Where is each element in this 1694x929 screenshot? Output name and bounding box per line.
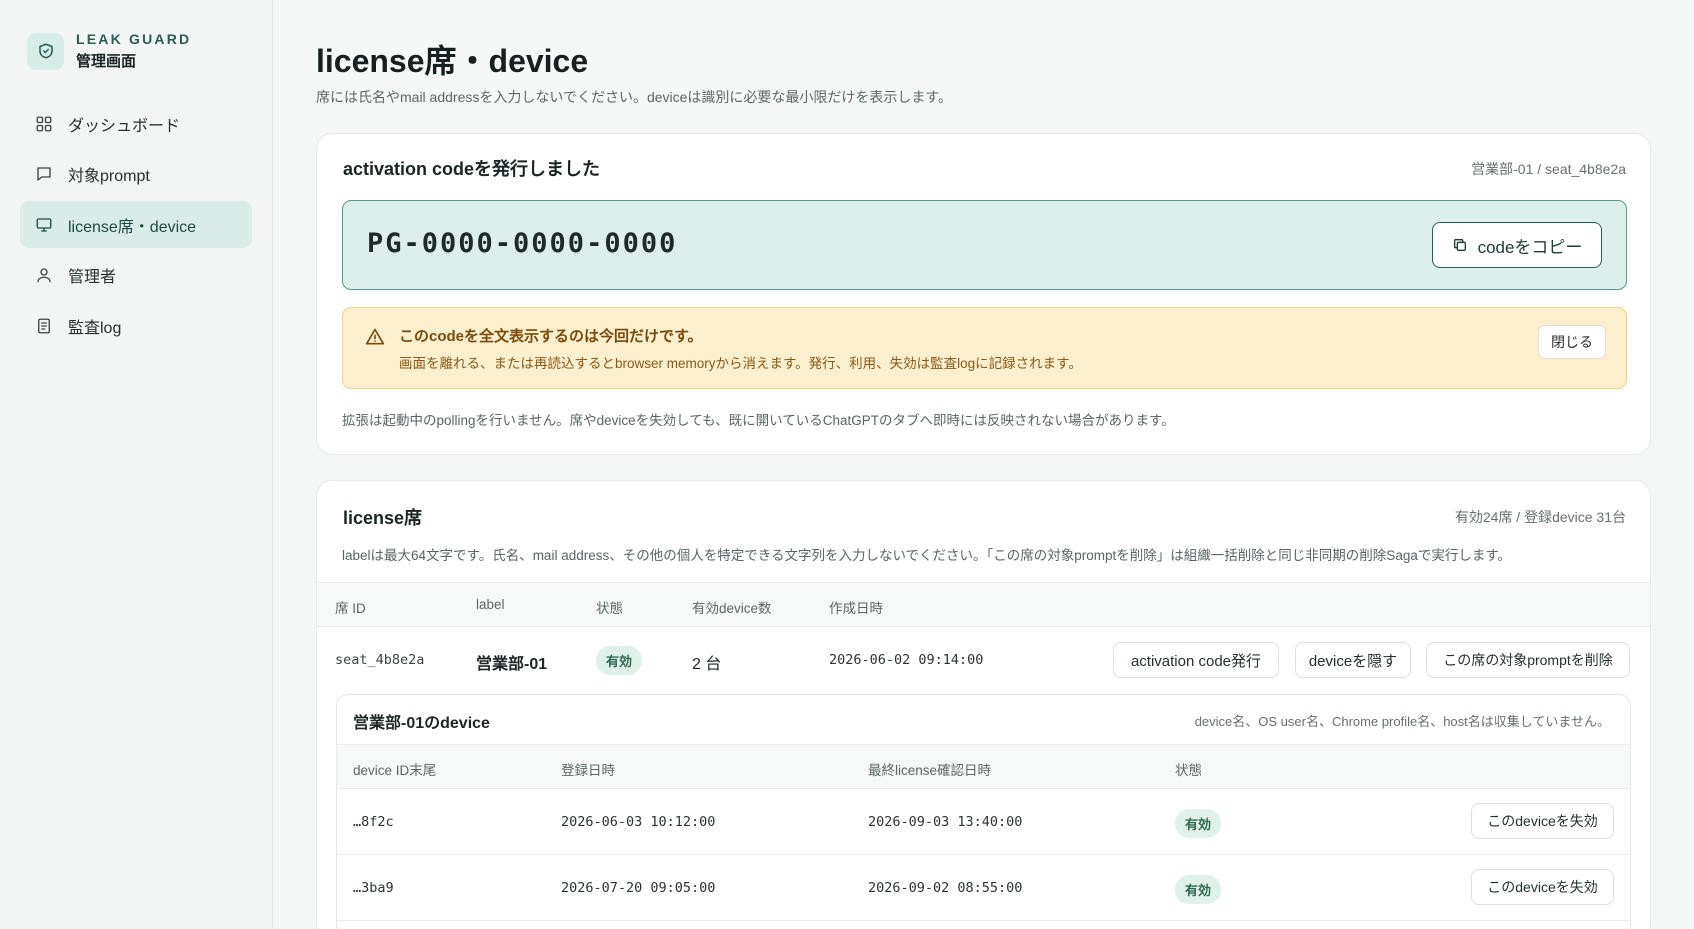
devices-table-header: device ID末尾 登録日時 最終license確認日時 状態: [337, 744, 1630, 789]
brand-name: LEAK GUARD: [76, 31, 192, 47]
column-header: 有効device数: [692, 601, 772, 616]
column-header: 最終license確認日時: [868, 763, 992, 778]
page-title: license席・device: [316, 43, 589, 79]
activation-card-meta: 営業部-01 / seat_4b8e2a: [1471, 161, 1626, 177]
device-last-check: 2026-09-03 13:40:00: [868, 814, 1023, 830]
sidebar-nav: ダッシュボード 対象prompt license席・device 管理者 監査l…: [20, 100, 252, 353]
activation-code-card: activation codeを発行しました 営業部-01 / seat_4b8…: [316, 133, 1651, 455]
sidebar-item-label: ダッシュボード: [68, 117, 181, 135]
column-header: 登録日時: [561, 763, 615, 778]
sidebar-item-prompts[interactable]: 対象prompt: [20, 151, 252, 198]
warning-description: 画面を離れる、または再読込するとbrowser memoryから消えます。発行、…: [399, 356, 1082, 371]
brand: LEAK GUARD 管理画面: [27, 31, 191, 71]
copy-code-label: codeをコピー: [1477, 237, 1583, 257]
device-panel: 営業部-01のdevice device名、OS user名、Chrome pr…: [336, 694, 1631, 929]
table-row: seat_4b8e2a 営業部-01 有効 2 台 2026-06-02 09:…: [317, 627, 1650, 695]
delete-seat-prompts-button[interactable]: この席の対象promptを削除: [1426, 642, 1630, 678]
revoke-device-button[interactable]: このdeviceを失効: [1471, 803, 1614, 839]
copy-code-button[interactable]: codeをコピー: [1432, 222, 1602, 268]
column-header: device ID末尾: [353, 763, 437, 778]
copy-icon: [1452, 237, 1468, 253]
column-header: 席 ID: [335, 601, 366, 616]
device-id: …8f2c: [353, 814, 394, 830]
sidebar-item-dashboard[interactable]: ダッシュボード: [20, 100, 252, 147]
sidebar-item-label: 管理者: [68, 269, 117, 286]
table-row: …8f2c 2026-06-03 10:12:00 2026-09-03 13:…: [337, 789, 1630, 855]
table-row: …3ba9 2026-07-20 09:05:00 2026-09-02 08:…: [337, 855, 1630, 921]
column-header: 作成日時: [829, 601, 883, 616]
sidebar-item-license-device[interactable]: license席・device: [20, 201, 252, 248]
seats-card-title: license席: [343, 508, 423, 528]
warning-box: このcodeを全文表示するのは今回だけです。 画面を離れる、または再読込するとb…: [342, 307, 1627, 389]
activation-code-box: PG-0000-0000-0000 codeをコピー: [342, 200, 1627, 290]
sidebar: LEAK GUARD 管理画面 ダッシュボード 対象prompt license…: [0, 0, 273, 929]
device-count: 2 台: [692, 656, 722, 673]
column-header: 状態: [1175, 763, 1202, 778]
device-panel-meta: device名、OS user名、Chrome profile名、host名は収…: [1194, 714, 1610, 729]
monitor-icon: [34, 215, 54, 235]
hide-devices-button[interactable]: deviceを隠す: [1295, 642, 1411, 678]
seat-id: seat_4b8e2a: [335, 652, 425, 668]
device-last-check: 2026-09-02 08:55:00: [868, 880, 1023, 896]
brand-subtitle: 管理画面: [76, 53, 137, 70]
close-warning-button[interactable]: 閉じる: [1538, 325, 1606, 359]
sidebar-item-admins[interactable]: 管理者: [20, 252, 252, 299]
column-header: label: [476, 597, 505, 612]
user-icon: [34, 265, 54, 285]
status-badge: 有効: [1175, 809, 1222, 838]
seats-table-header: 席 ID label 状態 有効device数 作成日時: [317, 582, 1650, 627]
message-icon: [34, 164, 54, 184]
status-badge: 有効: [596, 646, 643, 675]
status-badge: 有効: [1175, 875, 1222, 904]
seats-card-meta: 有効24席 / 登録device 31台: [1454, 509, 1626, 525]
warning-icon: [365, 327, 385, 352]
column-header: 状態: [596, 601, 623, 616]
sidebar-item-label: 対象prompt: [68, 168, 150, 185]
sidebar-item-label: license席・device: [68, 218, 197, 236]
device-registered-at: 2026-06-03 10:12:00: [561, 814, 716, 830]
issue-activation-code-button[interactable]: activation code発行: [1113, 642, 1279, 678]
device-registered-at: 2026-07-20 09:05:00: [561, 880, 716, 896]
device-id: …3ba9: [353, 880, 394, 896]
page-subtitle: 席には氏名やmail addressを入力しないでください。deviceは識別に…: [316, 89, 953, 105]
seat-created-at: 2026-06-02 09:14:00: [829, 652, 984, 668]
activation-code: PG-0000-0000-0000: [367, 228, 678, 259]
document-icon: [34, 316, 54, 336]
license-seats-card: license席 有効24席 / 登録device 31台 labelは最大64…: [316, 480, 1651, 929]
sidebar-item-label: 監査log: [68, 319, 122, 337]
seat-label: 営業部-01: [476, 656, 548, 673]
device-panel-title: 営業部-01のdevice: [353, 715, 490, 732]
seats-description: labelは最大64文字です。氏名、mail address、その他の個人を特定…: [342, 548, 1511, 563]
revoke-device-button[interactable]: このdeviceを失効: [1471, 869, 1614, 905]
grid-icon: [34, 114, 54, 134]
sidebar-item-audit-log[interactable]: 監査log: [20, 302, 252, 349]
shield-check-icon: [27, 32, 64, 70]
polling-note: 拡張は起動中のpollingを行いません。席やdeviceを失効しても、既に開い…: [342, 413, 1175, 428]
warning-title: このcodeを全文表示するのは今回だけです。: [399, 328, 703, 345]
activation-card-title: activation codeを発行しました: [343, 159, 601, 179]
